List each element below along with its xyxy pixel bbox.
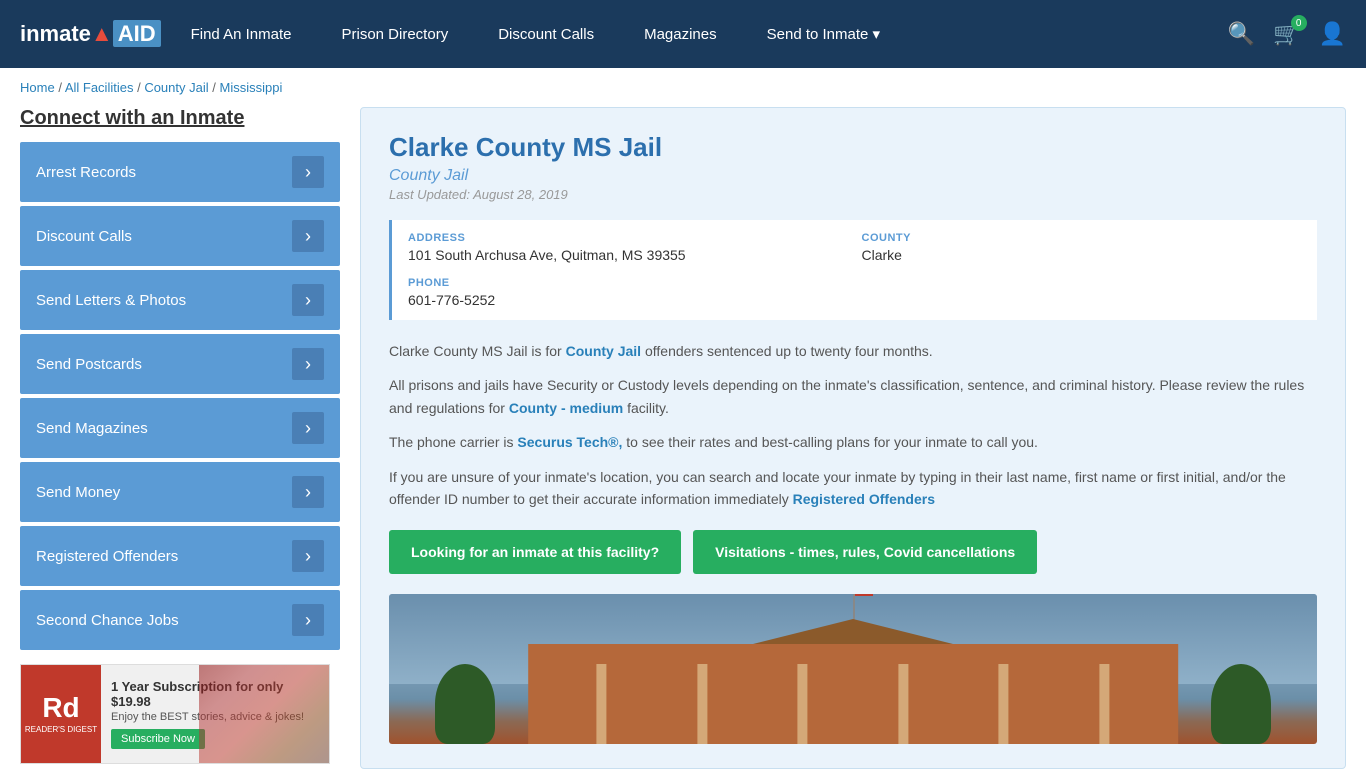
facility-info-grid: ADDRESS 101 South Archusa Ave, Quitman, … xyxy=(389,220,1317,320)
advertisement: Rd READER'S DIGEST 1 Year Subscription f… xyxy=(20,664,330,764)
facility-content: Clarke County MS Jail County Jail Last U… xyxy=(360,107,1346,769)
flag xyxy=(855,594,873,596)
chevron-right-icon: › xyxy=(292,604,324,636)
phone-label: PHONE xyxy=(408,277,848,289)
sidebar-item-label: Send Letters & Photos xyxy=(36,292,186,309)
chevron-right-icon: › xyxy=(292,540,324,572)
chevron-right-icon: › xyxy=(292,348,324,380)
county-section: COUNTY Clarke xyxy=(862,232,1302,263)
ad-logo-box: Rd READER'S DIGEST xyxy=(21,665,101,763)
sidebar-item-send-money[interactable]: Send Money › xyxy=(20,462,340,522)
cart-icon[interactable]: 🛒 0 xyxy=(1273,21,1300,47)
county-medium-link[interactable]: County - medium xyxy=(509,400,623,416)
main-container: Connect with an Inmate Arrest Records › … xyxy=(0,107,1366,769)
sidebar-item-registered-offenders[interactable]: Registered Offenders › xyxy=(20,526,340,586)
ad-line1: 1 Year Subscription for only $19.98 xyxy=(111,679,319,709)
sidebar: Connect with an Inmate Arrest Records › … xyxy=(20,107,340,769)
county-value: Clarke xyxy=(862,247,1302,263)
nav-send-to-inmate[interactable]: Send to Inmate ▾ xyxy=(767,25,880,43)
county-label: COUNTY xyxy=(862,232,1302,244)
tree-left xyxy=(435,664,495,744)
address-section: ADDRESS 101 South Archusa Ave, Quitman, … xyxy=(408,232,848,263)
action-buttons: Looking for an inmate at this facility? … xyxy=(389,530,1317,574)
last-updated: Last Updated: August 28, 2019 xyxy=(389,187,1317,202)
county-jail-link-1[interactable]: County Jail xyxy=(566,343,641,359)
sidebar-item-label: Second Chance Jobs xyxy=(36,612,179,629)
sidebar-item-send-letters[interactable]: Send Letters & Photos › xyxy=(20,270,340,330)
chevron-right-icon: › xyxy=(292,284,324,316)
breadcrumb-all-facilities[interactable]: All Facilities xyxy=(65,80,134,95)
phone-value: 601-776-5252 xyxy=(408,292,848,308)
address-value: 101 South Archusa Ave, Quitman, MS 39355 xyxy=(408,247,848,263)
ad-subscribe-button[interactable]: Subscribe Now xyxy=(111,729,205,749)
sidebar-title: Connect with an Inmate xyxy=(20,107,340,130)
sidebar-item-label: Discount Calls xyxy=(36,228,132,245)
chevron-right-icon: › xyxy=(292,476,324,508)
sidebar-item-label: Arrest Records xyxy=(36,164,136,181)
facility-type: County Jail xyxy=(389,167,1317,185)
sidebar-item-second-chance-jobs[interactable]: Second Chance Jobs › xyxy=(20,590,340,650)
nav-discount-calls[interactable]: Discount Calls xyxy=(498,26,594,43)
visitations-button[interactable]: Visitations - times, rules, Covid cancel… xyxy=(693,530,1037,574)
registered-offenders-link[interactable]: Registered Offenders xyxy=(793,491,935,507)
ad-content: 1 Year Subscription for only $19.98 Enjo… xyxy=(101,671,329,757)
rd-full-name: READER'S DIGEST xyxy=(25,725,97,734)
description-1: Clarke County MS Jail is for County Jail… xyxy=(389,340,1317,362)
sidebar-item-label: Registered Offenders xyxy=(36,548,178,565)
facility-title: Clarke County MS Jail xyxy=(389,132,1317,163)
sidebar-menu: Arrest Records › Discount Calls › Send L… xyxy=(20,142,340,650)
sidebar-item-label: Send Magazines xyxy=(36,420,148,437)
chevron-right-icon: › xyxy=(292,156,324,188)
breadcrumb: Home / All Facilities / County Jail / Mi… xyxy=(0,68,1366,107)
address-label: ADDRESS xyxy=(408,232,848,244)
chevron-right-icon: › xyxy=(292,220,324,252)
chevron-right-icon: › xyxy=(292,412,324,444)
sidebar-item-discount-calls[interactable]: Discount Calls › xyxy=(20,206,340,266)
ad-line2: Enjoy the BEST stories, advice & jokes! xyxy=(111,711,319,723)
sidebar-item-send-postcards[interactable]: Send Postcards › xyxy=(20,334,340,394)
sidebar-item-label: Send Money xyxy=(36,484,120,501)
search-icon[interactable]: 🔍 xyxy=(1228,21,1255,47)
nav-magazines[interactable]: Magazines xyxy=(644,26,717,43)
tree-right xyxy=(1211,664,1271,744)
looking-for-inmate-button[interactable]: Looking for an inmate at this facility? xyxy=(389,530,681,574)
nav-find-inmate[interactable]: Find An Inmate xyxy=(191,26,292,43)
breadcrumb-state[interactable]: Mississippi xyxy=(219,80,282,95)
header-icons: 🔍 🛒 0 👤 xyxy=(1228,21,1346,47)
description-3: The phone carrier is Securus Tech®, to s… xyxy=(389,431,1317,453)
securus-link[interactable]: Securus Tech®, xyxy=(517,434,622,450)
sidebar-item-send-magazines[interactable]: Send Magazines › xyxy=(20,398,340,458)
logo[interactable]: inmate▲AID xyxy=(20,21,161,47)
cart-badge: 0 xyxy=(1291,15,1307,31)
building-columns xyxy=(551,664,1154,744)
phone-section: PHONE 601-776-5252 xyxy=(408,277,848,308)
rd-logo: Rd xyxy=(42,694,79,722)
main-nav: Find An Inmate Prison Directory Discount… xyxy=(191,25,1198,43)
site-header: inmate▲AID Find An Inmate Prison Directo… xyxy=(0,0,1366,68)
description-2: All prisons and jails have Security or C… xyxy=(389,374,1317,419)
breadcrumb-home[interactable]: Home xyxy=(20,80,55,95)
nav-prison-directory[interactable]: Prison Directory xyxy=(342,26,449,43)
facility-image xyxy=(389,594,1317,744)
sidebar-item-label: Send Postcards xyxy=(36,356,142,373)
user-icon[interactable]: 👤 xyxy=(1319,21,1346,47)
sidebar-item-arrest-records[interactable]: Arrest Records › xyxy=(20,142,340,202)
breadcrumb-county-jail[interactable]: County Jail xyxy=(144,80,208,95)
description-4: If you are unsure of your inmate's locat… xyxy=(389,466,1317,511)
logo-text: inmate▲AID xyxy=(20,21,161,47)
